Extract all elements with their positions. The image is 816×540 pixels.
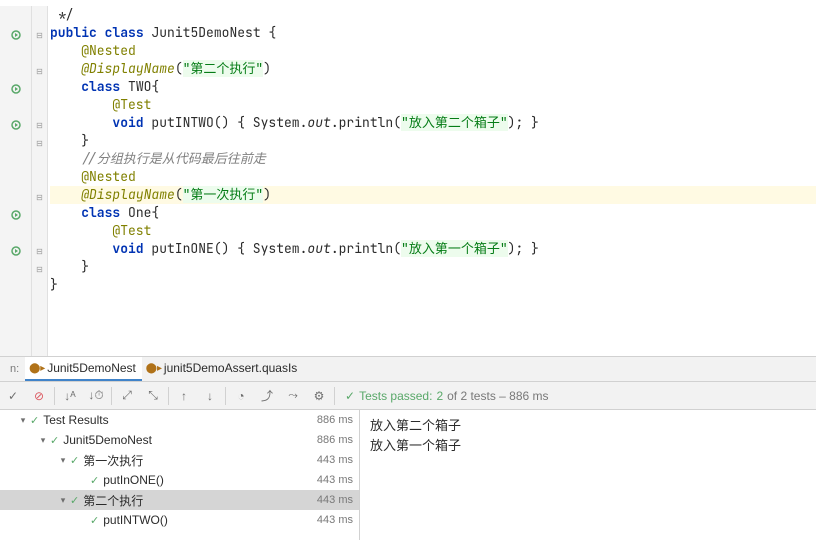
import-tests-button[interactable]: ⤴ xyxy=(254,383,280,409)
run-config-icon: ⬤▸ xyxy=(148,362,160,374)
code-line[interactable]: @DisplayName("第一次执行") xyxy=(50,186,816,204)
run-gutter-icon[interactable] xyxy=(0,116,31,134)
fold-toggle[interactable]: ⊟ xyxy=(32,62,47,80)
next-failed-button[interactable]: ↓ xyxy=(197,383,223,409)
test-tree-node[interactable]: ✓ putInONE() 443 ms xyxy=(0,470,359,490)
run-gutter-icon[interactable] xyxy=(0,26,31,44)
fold-toggle[interactable] xyxy=(32,206,47,224)
test-duration: 443 ms xyxy=(317,454,353,466)
fold-toggle[interactable]: ⊟ xyxy=(32,26,47,44)
fold-toggle[interactable] xyxy=(32,98,47,116)
code-line[interactable]: } xyxy=(50,258,816,276)
test-duration: 443 ms xyxy=(317,494,353,506)
code-line[interactable]: void putINTWO() { System.out.println("放入… xyxy=(50,114,816,132)
fold-toggle[interactable] xyxy=(32,80,47,98)
code-line[interactable]: } xyxy=(50,276,816,294)
test-tree-node[interactable]: ▾✓ 第一次执行 443 ms xyxy=(0,450,359,470)
code-line[interactable]: @DisplayName("第二个执行") xyxy=(50,60,816,78)
fold-toggle[interactable] xyxy=(32,224,47,242)
code-area[interactable]: */public class Junit5DemoNest { @Nested … xyxy=(48,6,816,356)
fold-toggle[interactable] xyxy=(32,8,47,26)
test-node-label: putInONE() xyxy=(103,473,164,487)
test-toolbar: ✓ ⊘ ↓ᴬ ↓⏱ ⤢ ⤡ ↑ ↓ ◔ ⤴ ⤳ ⚙ ✓ Tests passed… xyxy=(0,382,816,410)
test-tree-node[interactable]: ▾✓ 第二个执行 443 ms xyxy=(0,490,359,510)
test-tree-node[interactable]: ▾✓ Test Results 886 ms xyxy=(0,410,359,430)
console-line: 放入第二个箱子 xyxy=(370,416,806,436)
code-editor[interactable]: ⊟⊟⊟⊟⊟⊟⊟ */public class Junit5DemoNest { … xyxy=(0,0,816,356)
collapse-all-button[interactable]: ⤡ xyxy=(140,383,166,409)
export-tests-button[interactable]: ⤳ xyxy=(280,383,306,409)
test-pass-icon: ✓ xyxy=(90,514,99,527)
test-duration: 886 ms xyxy=(317,434,353,446)
test-pass-icon: ✓ xyxy=(70,494,79,507)
sort-duration-button[interactable]: ↓⏱ xyxy=(83,383,109,409)
code-line[interactable]: @Test xyxy=(50,222,816,240)
run-gutter xyxy=(0,6,32,356)
chevron-down-icon[interactable]: ▾ xyxy=(16,415,30,426)
code-line[interactable]: } xyxy=(50,132,816,150)
test-status-text: ✓ Tests passed: 2 of 2 tests – 886 ms xyxy=(337,389,549,403)
test-settings-button[interactable]: ⚙ xyxy=(306,383,332,409)
test-pass-icon: ✓ xyxy=(30,414,39,427)
fold-toggle[interactable] xyxy=(32,278,47,296)
fold-gutter: ⊟⊟⊟⊟⊟⊟⊟ xyxy=(32,6,48,356)
results-panel: ▾✓Test Results886 ms▾✓Junit5DemoNest886 … xyxy=(0,410,816,540)
fold-toggle[interactable]: ⊟ xyxy=(32,188,47,206)
chevron-down-icon[interactable]: ▾ xyxy=(56,455,70,466)
run-tool-tabs: n: ⬤▸ Junit5DemoNest ⬤▸ junit5DemoAssert.qu… xyxy=(0,356,816,382)
fold-toggle[interactable]: ⊟ xyxy=(32,260,47,278)
test-pass-icon: ✓ xyxy=(70,454,79,467)
run-label-prefix: n: xyxy=(4,363,25,375)
suite-button[interactable]: ◔ xyxy=(228,383,254,409)
test-tree-node[interactable]: ✓ putINTWO() 443 ms xyxy=(0,510,359,530)
console-line: 放入第一个箱子 xyxy=(370,436,806,456)
test-node-label: Junit5DemoNest xyxy=(63,433,152,447)
tab-Junit5DemoNest[interactable]: ⬤▸ Junit5DemoNest xyxy=(25,357,142,381)
tab-label: junit5DemoAssert.quasIs xyxy=(164,361,297,375)
test-node-label: 第二个执行 xyxy=(83,492,143,509)
test-duration: 443 ms xyxy=(317,474,353,486)
chevron-down-icon[interactable]: ▾ xyxy=(36,435,50,446)
console-output[interactable]: 放入第二个箱子放入第一个箱子 xyxy=(360,410,816,540)
chevron-down-icon[interactable]: ▾ xyxy=(56,495,70,506)
fold-toggle[interactable] xyxy=(32,44,47,62)
sort-alpha-button[interactable]: ↓ᴬ xyxy=(57,383,83,409)
fold-toggle[interactable]: ⊟ xyxy=(32,242,47,260)
run-gutter-icon[interactable] xyxy=(0,80,31,98)
run-config-icon: ⬤▸ xyxy=(31,362,43,374)
test-duration: 886 ms xyxy=(317,414,353,426)
code-line[interactable]: class One{ xyxy=(50,204,816,222)
test-duration: 443 ms xyxy=(317,514,353,526)
fold-toggle[interactable] xyxy=(32,152,47,170)
test-tree[interactable]: ▾✓Test Results886 ms▾✓Junit5DemoNest886 … xyxy=(0,410,360,540)
fold-toggle[interactable]: ⊟ xyxy=(32,134,47,152)
code-line[interactable]: void putInONE() { System.out.println("放入… xyxy=(50,240,816,258)
code-line[interactable]: @Nested xyxy=(50,42,816,60)
test-tree-node[interactable]: ▾✓ Junit5DemoNest 886 ms xyxy=(0,430,359,450)
prev-failed-button[interactable]: ↑ xyxy=(171,383,197,409)
fold-toggle[interactable] xyxy=(32,170,47,188)
tab-junit5DemoAssert.quasIs[interactable]: ⬤▸ junit5DemoAssert.quasIs xyxy=(142,357,303,381)
code-line[interactable]: public class Junit5DemoNest { xyxy=(50,24,816,42)
test-pass-icon: ✓ xyxy=(90,474,99,487)
code-line[interactable]: @Test xyxy=(50,96,816,114)
expand-all-button[interactable]: ⤢ xyxy=(114,383,140,409)
test-node-label: Test Results xyxy=(43,413,108,427)
run-gutter-icon[interactable] xyxy=(0,206,31,224)
test-pass-icon: ✓ xyxy=(50,434,59,447)
tab-label: Junit5DemoNest xyxy=(47,361,136,375)
show-passed-button[interactable]: ✓ xyxy=(0,383,26,409)
code-line[interactable]: */ xyxy=(50,6,816,24)
run-gutter-icon[interactable] xyxy=(0,242,31,260)
test-node-label: 第一次执行 xyxy=(83,452,143,469)
fold-toggle[interactable]: ⊟ xyxy=(32,116,47,134)
code-line[interactable]: class TWO{ xyxy=(50,78,816,96)
code-line[interactable]: @Nested xyxy=(50,168,816,186)
code-line[interactable]: //分组执行是从代码最后往前走 xyxy=(50,150,816,168)
show-ignored-button[interactable]: ⊘ xyxy=(26,383,52,409)
test-node-label: putINTWO() xyxy=(103,513,168,527)
